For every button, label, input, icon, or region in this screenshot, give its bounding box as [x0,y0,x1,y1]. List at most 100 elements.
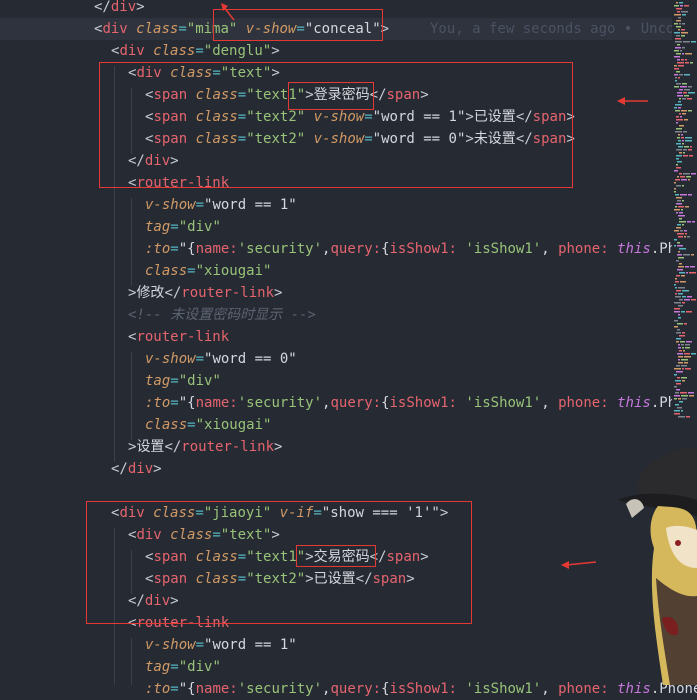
minimap-mark [688,86,692,88]
annotation-arrow-up [221,3,235,21]
minimap-mark [683,152,685,154]
code-line[interactable]: :to="{name:'security', query:{isShow1: 'i… [0,678,697,700]
minimap-mark [691,173,696,175]
code-line[interactable]: :to="{name:'security', query:{isShow1: 'i… [0,238,697,260]
minimap-mark [678,293,683,295]
minimap-mark [674,74,678,76]
code-line[interactable]: v-show="word == 0" [0,348,697,370]
code-line[interactable]: <router-link [0,326,697,348]
minimap-mark [680,5,683,7]
minimap-mark [674,182,676,184]
code-token: router-link [181,285,275,301]
minimap-mark [680,176,685,178]
minimap[interactable] [672,0,697,420]
minimap-mark [677,200,681,202]
minimap-mark [682,23,685,25]
minimap-mark [679,125,684,127]
minimap-mark [682,296,686,298]
code-line[interactable] [0,480,697,502]
code-line[interactable]: class="xiougai" [0,260,697,282]
code-token: div [119,43,145,59]
code-token: { [381,395,390,411]
minimap-mark [676,227,681,229]
minimap-mark [681,395,688,397]
code-line[interactable]: >设置</router-link> [0,436,697,458]
minimap-mark [674,230,679,232]
code-token: "word == 0" [204,351,297,367]
code-line[interactable]: class="xiougai" [0,414,697,436]
code-token: = [195,637,205,653]
minimap-mark [676,149,682,151]
code-token: "word == 1" [204,637,297,653]
minimap-mark [674,308,680,310]
code-token: "div" [178,659,221,675]
minimap-mark [682,14,686,16]
minimap-mark [683,155,688,157]
minimap-mark [674,386,677,388]
code-line[interactable]: tag="div" [0,370,697,392]
minimap-mark [676,332,681,334]
minimap-mark [678,146,683,148]
minimap-mark [680,230,683,232]
minimap-mark [684,146,689,148]
code-token: "denglu" [203,43,272,59]
minimap-mark [678,344,680,346]
minimap-mark [676,83,681,85]
minimap-mark [677,233,684,235]
minimap-mark [677,329,680,331]
code-line[interactable]: tag="div" [0,656,697,678]
minimap-mark [679,173,682,175]
minimap-mark [678,107,681,109]
minimap-mark [675,77,677,79]
minimap-mark [683,149,687,151]
minimap-mark [674,320,678,322]
code-line[interactable]: <div class="denglu"> [0,40,697,62]
code-line[interactable]: v-show="word == 1" [0,194,697,216]
minimap-mark [678,251,680,253]
minimap-mark [683,254,690,256]
code-token: 'isShow1' [465,681,542,697]
code-token: = [195,351,205,367]
code-line[interactable]: :to="{name:'security', query:{isShow1: 'i… [0,392,697,414]
minimap-mark [682,398,687,400]
minimap-mark [678,77,680,79]
code-token: = [187,417,196,433]
code-token: > [271,43,280,59]
minimap-mark [676,53,681,55]
minimap-mark [676,155,682,157]
minimap-mark [682,302,685,304]
minimap-mark [680,86,687,88]
code-line[interactable]: <!-- 未设置密码时显示 --> [0,304,697,326]
minimap-mark [681,179,687,181]
indent-guide [131,638,132,685]
minimap-mark [675,206,677,208]
minimap-mark [676,128,682,130]
minimap-mark [684,323,687,325]
code-editor[interactable]: </div> <div class="mima" v-show="conceal"… [0,0,697,697]
annotation-box-denglu-text [99,62,573,188]
code-token: isShow1: [389,681,466,697]
code-line[interactable]: tag="div" [0,216,697,238]
code-line[interactable]: v-show="word == 1" [0,634,697,656]
minimap-mark [684,95,689,97]
minimap-mark [676,389,680,391]
code-token: v-show [145,197,196,213]
minimap-mark [675,278,677,280]
minimap-mark [680,194,687,196]
code-token: "xiougai" [195,417,272,433]
minimap-mark [675,404,679,406]
minimap-mark [678,287,685,289]
minimap-mark [674,68,679,70]
minimap-mark [681,11,688,13]
minimap-mark [676,197,682,199]
minimap-mark [680,50,682,52]
code-line[interactable]: >修改</router-link> [0,282,697,304]
code-token: tag [145,373,171,389]
code-line[interactable]: </div> [0,458,697,480]
minimap-mark [684,119,688,121]
minimap-mark [675,41,682,43]
minimap-mark [677,224,681,226]
annotation-arrow-left [561,561,597,569]
minimap-mark [684,299,690,301]
